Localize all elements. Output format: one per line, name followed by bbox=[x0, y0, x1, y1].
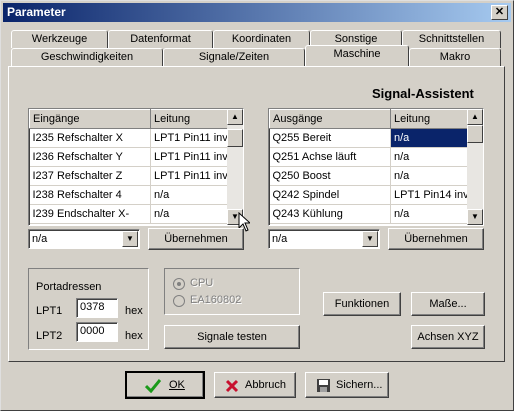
window-title: Parameter bbox=[7, 5, 66, 19]
check-icon bbox=[145, 379, 161, 393]
lpt1-address-field[interactable]: 0378 bbox=[76, 298, 118, 318]
table-cell[interactable]: Q255 Bereit bbox=[269, 128, 391, 148]
table-cell[interactable]: n/a bbox=[390, 204, 473, 224]
test-signals-button[interactable]: Signale testen bbox=[164, 325, 300, 349]
table-cell-selected[interactable]: n/a bbox=[390, 128, 473, 148]
tab-makro[interactable]: Makro bbox=[409, 48, 501, 66]
table-cell[interactable]: I235 Refschalter X bbox=[29, 128, 151, 148]
table-row[interactable]: Q255 Bereit n/a bbox=[269, 128, 473, 148]
functions-button[interactable]: Funktionen bbox=[323, 292, 401, 316]
table-cell[interactable]: LPT1 Pin11 inv bbox=[150, 166, 232, 186]
lpt1-unit: hex bbox=[125, 305, 143, 317]
radio-ea160802-label: EA160802 bbox=[190, 294, 242, 306]
table-cell[interactable]: Q251 Achse läuft bbox=[269, 147, 391, 167]
inputs-scrollbar[interactable]: ▲ ▼ bbox=[227, 109, 243, 225]
table-row[interactable]: I238 Refschalter 4 n/a bbox=[29, 185, 232, 205]
tab-datenformat[interactable]: Datenformat bbox=[108, 30, 213, 48]
table-cell[interactable]: Q250 Boost bbox=[269, 166, 391, 186]
table-row[interactable]: Q250 Boost n/a bbox=[269, 166, 473, 186]
table-cell[interactable]: n/a bbox=[150, 185, 232, 205]
tab-maschine[interactable]: Maschine bbox=[305, 45, 409, 66]
table-row[interactable]: I239 Endschalter X-n/a bbox=[29, 204, 232, 224]
column-header-line[interactable]: Leitung bbox=[390, 109, 473, 129]
axes-xyz-button[interactable]: Achsen XYZ bbox=[411, 325, 485, 349]
apply-input-button[interactable]: Übernehmen bbox=[148, 228, 244, 250]
table-cell[interactable]: Q243 Kühlung bbox=[269, 204, 391, 224]
input-line-value: n/a bbox=[32, 233, 48, 245]
lpt2-label: LPT2 bbox=[36, 330, 63, 342]
cancel-button[interactable]: Abbruch bbox=[214, 372, 296, 398]
chevron-down-icon[interactable]: ▼ bbox=[122, 231, 138, 247]
lpt1-label: LPT1 bbox=[36, 305, 63, 317]
radio-ea160802[interactable] bbox=[173, 295, 185, 307]
outputs-scrollbar[interactable]: ▲ ▼ bbox=[467, 109, 483, 225]
table-cell[interactable]: I236 Refschalter Y bbox=[29, 147, 151, 167]
table-row[interactable]: Q243 Kühlung n/a bbox=[269, 204, 473, 224]
table-cell[interactable]: n/a bbox=[390, 166, 473, 186]
inputs-grid[interactable]: Eingänge Leitung I235 Refschalter X LPT1 … bbox=[28, 108, 244, 226]
dimensions-button[interactable]: Maße... bbox=[411, 292, 485, 316]
ok-button[interactable]: OK bbox=[125, 371, 205, 399]
close-icon: ✕ bbox=[494, 6, 505, 18]
input-line-select[interactable]: n/a ▼ bbox=[28, 229, 140, 249]
table-row[interactable]: I237 Refschalter Z LPT1 Pin11 inv bbox=[29, 166, 232, 186]
table-cell[interactable]: Q242 Spindel bbox=[269, 185, 391, 205]
table-row[interactable]: I236 Refschalter Y LPT1 Pin11 inv bbox=[29, 147, 232, 167]
save-button[interactable]: Sichern... bbox=[305, 372, 389, 398]
cancel-label: Abbruch bbox=[245, 379, 286, 391]
output-line-select[interactable]: n/a ▼ bbox=[268, 229, 380, 249]
cancel-x-icon bbox=[225, 379, 239, 393]
table-row[interactable]: I235 Refschalter X LPT1 Pin11 inv bbox=[29, 128, 232, 148]
tab-geschwindigkeiten[interactable]: Geschwindigkeiten bbox=[11, 48, 163, 66]
scroll-thumb[interactable] bbox=[467, 125, 483, 143]
tab-koordinaten[interactable]: Koordinaten bbox=[213, 30, 310, 48]
tab-werkzeuge[interactable]: Werkzeuge bbox=[11, 30, 108, 48]
save-label: Sichern... bbox=[336, 379, 383, 391]
page-title: Signal-Assistent bbox=[372, 86, 474, 101]
column-header-inputs[interactable]: Eingänge bbox=[29, 109, 151, 129]
table-cell[interactable]: n/a bbox=[150, 204, 232, 224]
scroll-up-icon[interactable]: ▲ bbox=[467, 109, 483, 125]
table-cell[interactable]: LPT1 Pin11 inv bbox=[150, 128, 232, 148]
apply-output-button[interactable]: Übernehmen bbox=[388, 228, 484, 250]
table-cell[interactable]: I237 Refschalter Z bbox=[29, 166, 151, 186]
scroll-thumb[interactable] bbox=[227, 129, 243, 147]
ok-label: OK bbox=[169, 379, 185, 391]
table-cell[interactable]: LPT1 Pin11 inv bbox=[150, 147, 232, 167]
scroll-down-icon[interactable]: ▼ bbox=[467, 209, 483, 225]
radio-cpu-label: CPU bbox=[190, 277, 214, 289]
table-cell[interactable]: I238 Refschalter 4 bbox=[29, 185, 151, 205]
table-row[interactable]: Q251 Achse läuft n/a bbox=[269, 147, 473, 167]
title-bar[interactable]: Parameter ✕ bbox=[3, 3, 511, 22]
close-button[interactable]: ✕ bbox=[491, 5, 508, 20]
table-cell[interactable]: n/a bbox=[390, 147, 473, 167]
interface-group bbox=[164, 268, 300, 315]
column-header-outputs[interactable]: Ausgänge bbox=[269, 109, 391, 129]
group-label: Portadressen bbox=[36, 281, 102, 293]
table-row[interactable]: Q242 Spindel LPT1 Pin14 inv bbox=[269, 185, 473, 205]
table-cell[interactable]: I239 Endschalter X- bbox=[29, 204, 151, 224]
outputs-grid[interactable]: Ausgänge Leitung Q255 Bereit n/a Q251 Ach… bbox=[268, 108, 484, 226]
output-line-value: n/a bbox=[272, 233, 288, 245]
scroll-up-icon[interactable]: ▲ bbox=[227, 109, 243, 125]
chevron-down-icon[interactable]: ▼ bbox=[362, 231, 378, 247]
tab-schnittstellen[interactable]: Schnittstellen bbox=[402, 30, 501, 48]
lpt2-address-field[interactable]: 0000 bbox=[76, 322, 118, 342]
radio-cpu[interactable] bbox=[173, 278, 185, 290]
lpt2-unit: hex bbox=[125, 330, 143, 342]
save-disk-icon bbox=[317, 379, 330, 392]
table-cell[interactable]: LPT1 Pin14 inv bbox=[390, 185, 473, 205]
tab-signale-zeiten[interactable]: Signale/Zeiten bbox=[163, 48, 305, 66]
column-header-line[interactable]: Leitung bbox=[150, 109, 232, 129]
